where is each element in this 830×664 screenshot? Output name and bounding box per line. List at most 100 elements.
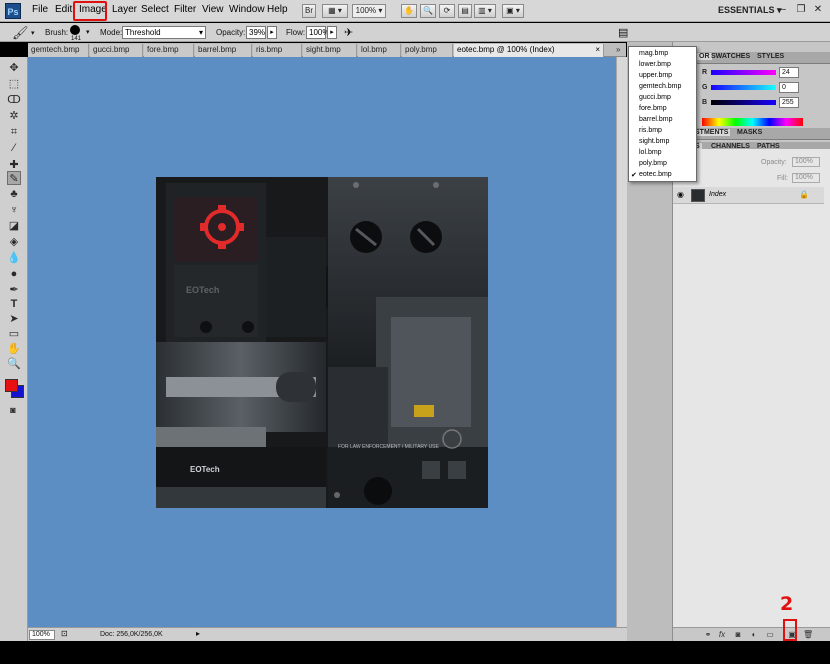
menu-layer[interactable]: Layer	[112, 4, 137, 15]
delete-layer-icon[interactable]: 🗑	[803, 630, 813, 640]
flow-slider-arrow-icon[interactable]: ▸	[327, 26, 337, 39]
menu-view[interactable]: View	[202, 4, 224, 15]
tab-swatches[interactable]: SWATCHES	[711, 53, 750, 60]
tool-preset-arrow-icon[interactable]: ▾	[31, 29, 35, 37]
grid-icon[interactable]: ▤	[458, 4, 472, 18]
move-tool-icon[interactable]: ✥	[7, 61, 21, 75]
eraser-tool-icon[interactable]: ◪	[7, 219, 21, 233]
tab-adjustments[interactable]: STMENTS	[693, 129, 731, 136]
dropdown-item-barrel[interactable]: barrel.bmp	[639, 116, 672, 123]
foreground-color-swatch[interactable]	[5, 379, 18, 392]
status-menu-icon[interactable]: ⊡	[61, 629, 68, 638]
tab-overflow-icon[interactable]: »	[616, 45, 620, 54]
red-slider[interactable]	[711, 70, 776, 75]
tab-poly[interactable]: poly.bmp	[402, 44, 453, 57]
tab-color[interactable]: OR	[697, 53, 712, 60]
red-value[interactable]: 24	[779, 67, 799, 78]
arrange-documents-icon[interactable]: ▥ ▾	[474, 4, 496, 18]
airbrush-icon[interactable]: ✈	[344, 26, 353, 39]
brush-tool-preset-icon[interactable]: 🖌	[12, 25, 29, 41]
tab-sight[interactable]: sight.bmp	[303, 44, 357, 57]
history-brush-tool-icon[interactable]: ♆	[7, 203, 21, 217]
3d-rotate-tool-icon[interactable]: ✋	[7, 342, 21, 356]
crop-tool-icon[interactable]: ⌗	[7, 125, 21, 139]
link-layers-icon[interactable]: ⚭	[703, 630, 713, 640]
document-image[interactable]: EOTech EOTech FOR LAW ENFORCEMENT / MILI…	[156, 177, 488, 508]
restore-icon[interactable]: ❐	[795, 4, 807, 16]
tab-gucci[interactable]: gucci.bmp	[90, 44, 143, 57]
hand-tool-icon[interactable]: ✋	[401, 4, 417, 18]
tab-close-icon[interactable]: ×	[595, 44, 600, 56]
zoom-level-dropdown[interactable]: 100% ▾	[352, 4, 386, 18]
path-selection-tool-icon[interactable]: ➤	[7, 312, 21, 326]
dropdown-item-lower[interactable]: lower.bmp	[639, 61, 671, 68]
paint-bucket-tool-icon[interactable]: ◈	[7, 235, 21, 249]
zoom-tool-icon[interactable]: 🔍	[420, 4, 436, 18]
bridge-button[interactable]: Br	[302, 4, 316, 18]
brush-preview-icon[interactable]	[70, 25, 80, 35]
layer-row[interactable]: ◉ Index 🔒	[673, 187, 824, 204]
dropdown-item-lol[interactable]: lol.bmp	[639, 149, 662, 156]
screen-mode-icon[interactable]: ▣ ▾	[502, 4, 524, 18]
menu-file[interactable]: File	[32, 4, 48, 15]
clone-stamp-tool-icon[interactable]: ♣	[7, 187, 21, 201]
workspace-switcher[interactable]: ESSENTIALS ▾	[718, 5, 782, 16]
minimize-icon[interactable]: –	[777, 4, 789, 16]
extras-dropdown[interactable]: ▦ ▾	[322, 4, 348, 18]
layer-fill-field[interactable]: 100%	[792, 173, 820, 183]
layer-visibility-eye-icon[interactable]: ◉	[677, 190, 684, 199]
marquee-tool-icon[interactable]: ⬚	[7, 77, 21, 91]
color-spectrum-bar[interactable]	[702, 118, 803, 126]
dropdown-item-sight[interactable]: sight.bmp	[639, 138, 669, 145]
opacity-field[interactable]: 39%	[246, 26, 266, 39]
panel-toggle-icon[interactable]: ▤	[618, 26, 628, 39]
dropdown-item-eotec[interactable]: eotec.bmp	[639, 171, 672, 178]
tab-lol[interactable]: lol.bmp	[358, 44, 401, 57]
new-group-icon[interactable]: ▭	[765, 630, 775, 640]
green-value[interactable]: 0	[779, 82, 799, 93]
brush-tool-icon[interactable]: ✎	[7, 171, 21, 185]
healing-brush-tool-icon[interactable]: ✚	[7, 158, 21, 172]
dropdown-item-fore[interactable]: fore.bmp	[639, 105, 667, 112]
canvas-area[interactable]: EOTech EOTech FOR LAW ENFORCEMENT / MILI…	[28, 57, 627, 627]
tab-eotec[interactable]: eotec.bmp @ 100% (Index) ×	[454, 44, 604, 57]
dropdown-item-upper[interactable]: upper.bmp	[639, 72, 672, 79]
brush-picker-arrow-icon[interactable]: ▾	[86, 28, 90, 36]
pen-tool-icon[interactable]: ✒	[7, 283, 21, 297]
status-zoom-field[interactable]: 100%	[29, 630, 55, 640]
dropdown-item-gucci[interactable]: gucci.bmp	[639, 94, 671, 101]
dodge-tool-icon[interactable]: ●	[7, 267, 21, 281]
menu-edit[interactable]: Edit	[55, 4, 72, 15]
vertical-scrollbar[interactable]	[616, 57, 627, 627]
tab-barrel[interactable]: barrel.bmp	[195, 44, 252, 57]
eyedropper-tool-icon[interactable]: ⁄	[7, 141, 21, 155]
close-icon[interactable]: ✕	[812, 4, 824, 16]
flow-field[interactable]: 100%	[306, 26, 329, 39]
menu-help[interactable]: Help	[267, 4, 288, 15]
blue-value[interactable]: 255	[779, 97, 799, 108]
opacity-slider-arrow-icon[interactable]: ▸	[267, 26, 277, 39]
zoom-tool-icon[interactable]: 🔍	[7, 357, 21, 371]
lasso-tool-icon[interactable]: ↀ	[7, 93, 21, 107]
layer-style-icon[interactable]: fx	[717, 630, 727, 640]
dropdown-item-poly[interactable]: poly.bmp	[639, 160, 667, 167]
tab-fore[interactable]: fore.bmp	[144, 44, 194, 57]
tab-ris[interactable]: ris.bmp	[253, 44, 302, 57]
tab-masks[interactable]: MASKS	[737, 129, 762, 136]
rotate-view-icon[interactable]: ⟳	[439, 4, 455, 18]
adjustment-layer-icon[interactable]: ◐	[749, 630, 759, 640]
blur-tool-icon[interactable]: 💧	[7, 251, 21, 265]
quick-mask-icon[interactable]: ◙	[6, 403, 20, 417]
blue-slider[interactable]	[711, 100, 776, 105]
layer-mask-icon[interactable]: ◙	[733, 630, 743, 640]
menu-select[interactable]: Select	[141, 4, 169, 15]
dropdown-item-gemtech[interactable]: gemtech.bmp	[639, 83, 681, 90]
dropdown-item-mag[interactable]: mag.bmp	[639, 50, 668, 57]
status-arrow-icon[interactable]: ▸	[196, 629, 200, 638]
layer-name[interactable]: Index	[709, 191, 726, 198]
menu-window[interactable]: Window	[229, 4, 265, 15]
tab-gemtech[interactable]: gemtech.bmp	[28, 44, 89, 57]
shape-tool-icon[interactable]: ▭	[7, 327, 21, 341]
dropdown-item-ris[interactable]: ris.bmp	[639, 127, 662, 134]
mode-select[interactable]: Threshold ▾	[122, 26, 206, 39]
